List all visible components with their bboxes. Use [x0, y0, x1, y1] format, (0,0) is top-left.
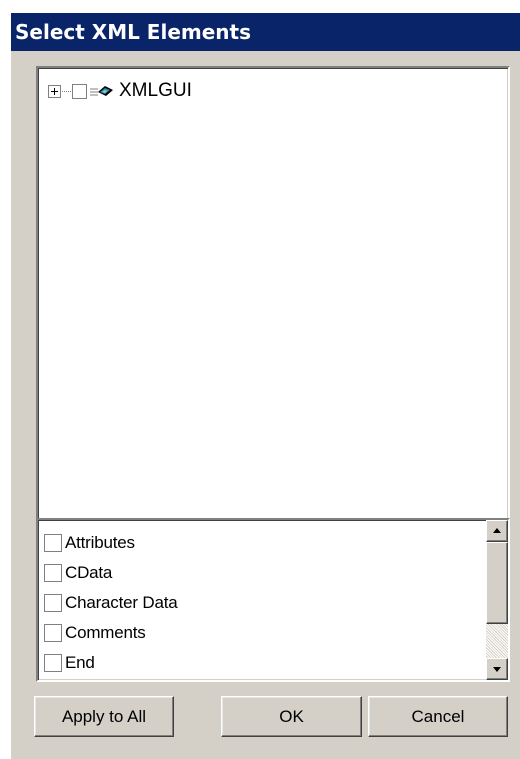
cdata-checkbox[interactable]	[44, 564, 62, 582]
element-type-list[interactable]: Attributes CData Character Data Comments…	[36, 518, 510, 682]
apply-to-all-button[interactable]: Apply to All	[34, 696, 174, 737]
ok-button[interactable]: OK	[221, 696, 362, 737]
list-item-label: Attributes	[65, 533, 135, 552]
list-item-cdata[interactable]: CData	[44, 558, 112, 588]
xml-tree-view[interactable]: XMLGUI	[36, 66, 510, 522]
cancel-button[interactable]: Cancel	[368, 696, 508, 737]
expand-plus-icon[interactable]	[48, 84, 61, 98]
scroll-down-button[interactable]	[486, 658, 508, 680]
tree-connector	[62, 90, 71, 92]
vertical-scrollbar[interactable]	[486, 520, 508, 680]
list-item-end[interactable]: End	[44, 648, 95, 678]
list-item-comments[interactable]: Comments	[44, 618, 146, 648]
list-item-label: Character Data	[65, 593, 178, 612]
scroll-up-button[interactable]	[486, 520, 508, 542]
tree-node-checkbox[interactable]	[72, 83, 87, 99]
scroll-thumb[interactable]	[486, 542, 508, 624]
arrow-down-icon	[493, 667, 501, 672]
list-item-label: Comments	[65, 623, 146, 642]
select-xml-elements-dialog: Select XML Elements XMLGUI Attributes CD…	[11, 13, 520, 759]
tree-node-label: XMLGUI	[119, 80, 192, 101]
list-item-attributes[interactable]: Attributes	[44, 528, 135, 558]
comments-checkbox[interactable]	[44, 624, 62, 642]
xml-element-icon	[90, 86, 113, 96]
list-item-label: CData	[65, 563, 113, 582]
scroll-track[interactable]	[486, 624, 508, 658]
list-item-character-data[interactable]: Character Data	[44, 588, 178, 618]
tree-node-root[interactable]: XMLGUI	[48, 78, 192, 104]
end-checkbox[interactable]	[44, 654, 62, 672]
attributes-checkbox[interactable]	[44, 534, 62, 552]
list-item-label: End	[65, 653, 95, 672]
title-bar: Select XML Elements	[11, 13, 520, 51]
arrow-up-icon	[493, 528, 501, 533]
character-data-checkbox[interactable]	[44, 594, 62, 612]
